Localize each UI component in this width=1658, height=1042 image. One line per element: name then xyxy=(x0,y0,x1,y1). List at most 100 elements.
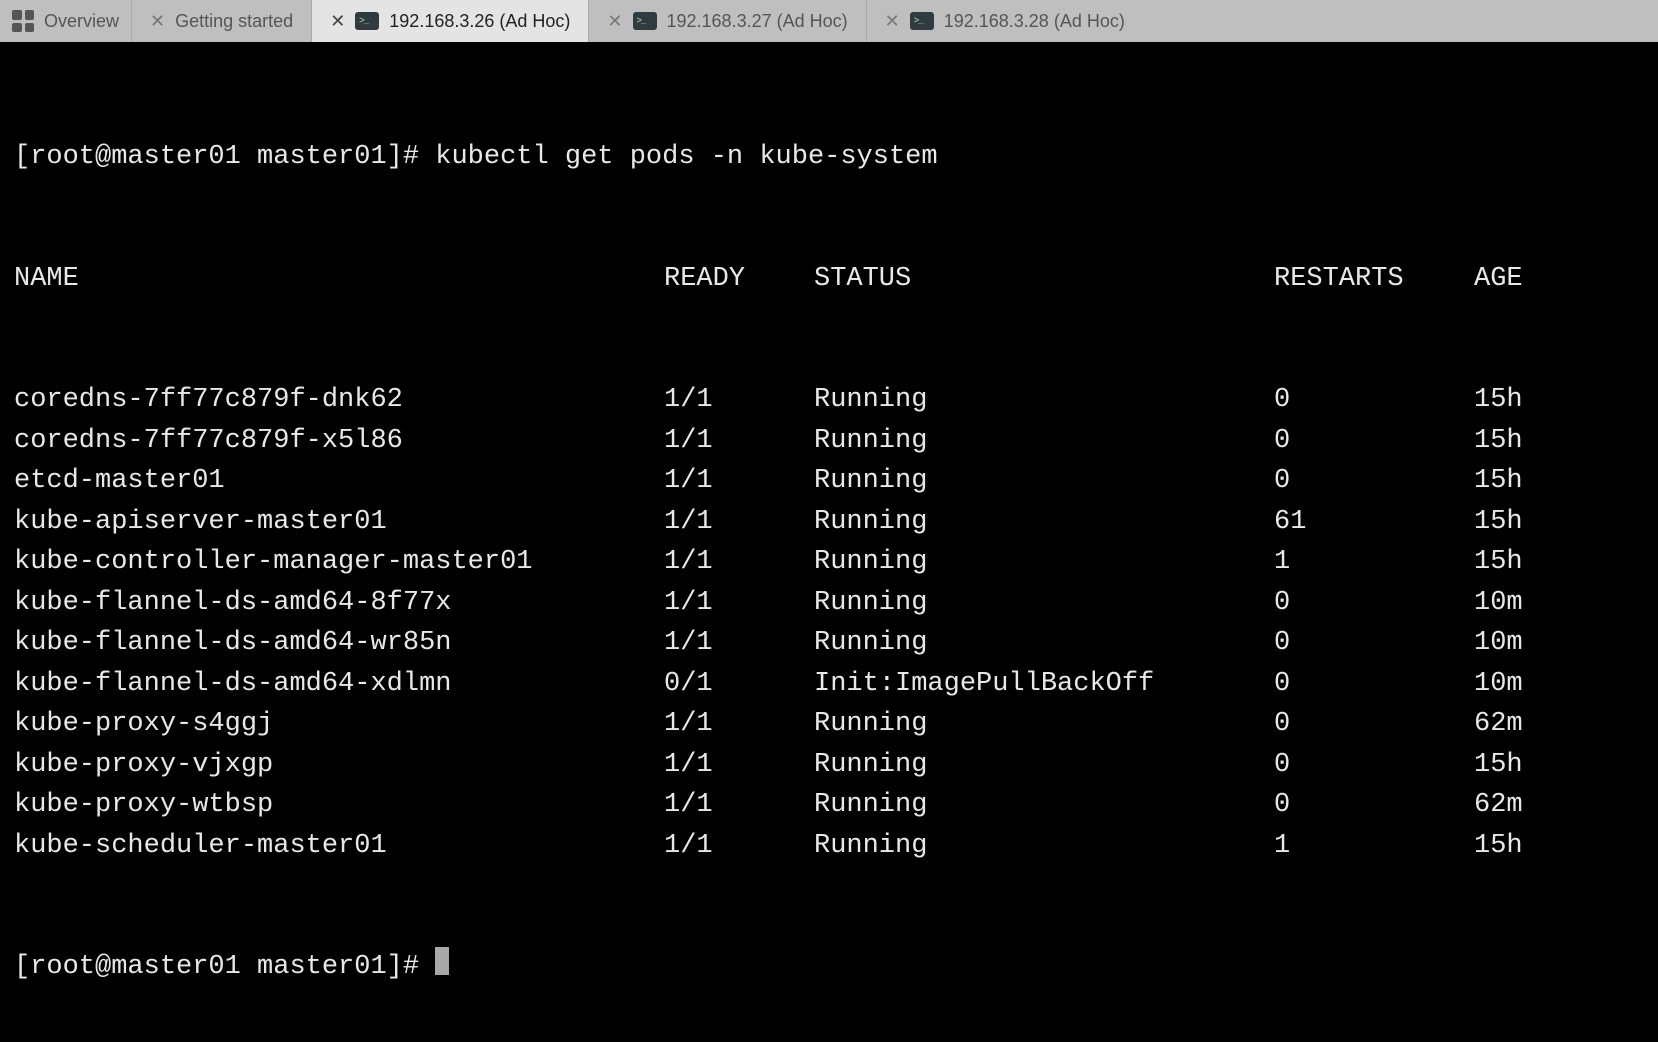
cell-name: kube-apiserver-master01 xyxy=(14,502,664,543)
tab-session[interactable]: ✕ 192.168.3.27 (Ad Hoc) xyxy=(588,0,865,42)
tab-overview[interactable]: Overview xyxy=(0,0,131,42)
cell-age: 15h xyxy=(1474,421,1644,462)
cell-restarts: 0 xyxy=(1274,704,1474,745)
cell-ready: 0/1 xyxy=(664,664,814,705)
col-header-status: STATUS xyxy=(814,259,1274,300)
cell-restarts: 0 xyxy=(1274,380,1474,421)
cell-restarts: 0 xyxy=(1274,583,1474,624)
close-icon[interactable]: ✕ xyxy=(150,11,165,32)
cell-age: 10m xyxy=(1474,664,1644,705)
table-row: kube-scheduler-master011/1Running115h xyxy=(14,826,1644,867)
cell-age: 15h xyxy=(1474,502,1644,543)
grid-icon xyxy=(12,10,34,32)
cell-status: Running xyxy=(814,704,1274,745)
cell-restarts: 0 xyxy=(1274,421,1474,462)
cell-age: 62m xyxy=(1474,704,1644,745)
table-row: kube-flannel-ds-amd64-xdlmn0/1Init:Image… xyxy=(14,664,1644,705)
cell-ready: 1/1 xyxy=(664,380,814,421)
cell-status: Running xyxy=(814,542,1274,583)
cell-ready: 1/1 xyxy=(664,623,814,664)
cell-status: Running xyxy=(814,583,1274,624)
cell-ready: 1/1 xyxy=(664,704,814,745)
cell-age: 10m xyxy=(1474,623,1644,664)
cell-ready: 1/1 xyxy=(664,785,814,826)
cell-name: etcd-master01 xyxy=(14,461,664,502)
cell-name: kube-proxy-vjxgp xyxy=(14,745,664,786)
cell-age: 15h xyxy=(1474,542,1644,583)
cursor-block xyxy=(435,947,449,975)
col-header-name: NAME xyxy=(14,259,664,300)
cell-status: Init:ImagePullBackOff xyxy=(814,664,1274,705)
cell-age: 15h xyxy=(1474,380,1644,421)
col-header-restarts: RESTARTS xyxy=(1274,259,1474,300)
shell-command: kubectl get pods -n kube-system xyxy=(435,137,937,178)
tab-bar: Overview ✕ Getting started ✕ 192.168.3.26 (… xyxy=(0,0,1658,42)
overview-label: Overview xyxy=(44,11,119,32)
close-icon[interactable]: ✕ xyxy=(330,11,345,32)
table-row: kube-flannel-ds-amd64-8f77x1/1Running010… xyxy=(14,583,1644,624)
cell-restarts: 0 xyxy=(1274,745,1474,786)
col-header-ready: READY xyxy=(664,259,814,300)
cell-age: 15h xyxy=(1474,826,1644,867)
cell-ready: 1/1 xyxy=(664,542,814,583)
tab-session[interactable]: ✕ 192.168.3.26 (Ad Hoc) xyxy=(311,0,588,42)
table-header-row: NAMEREADYSTATUSRESTARTSAGE xyxy=(14,259,1644,300)
cell-age: 62m xyxy=(1474,785,1644,826)
cell-restarts: 0 xyxy=(1274,664,1474,705)
cell-name: kube-proxy-s4ggj xyxy=(14,704,664,745)
cell-status: Running xyxy=(814,745,1274,786)
cell-restarts: 1 xyxy=(1274,542,1474,583)
table-row: coredns-7ff77c879f-x5l861/1Running015h xyxy=(14,421,1644,462)
table-row: kube-apiserver-master011/1Running6115h xyxy=(14,502,1644,543)
cell-ready: 1/1 xyxy=(664,583,814,624)
cell-status: Running xyxy=(814,826,1274,867)
table-row: coredns-7ff77c879f-dnk621/1Running015h xyxy=(14,380,1644,421)
tab-label: 192.168.3.28 (Ad Hoc) xyxy=(944,11,1125,32)
terminal-output[interactable]: [root@master01 master01]# kubectl get po… xyxy=(0,42,1658,1042)
cell-ready: 1/1 xyxy=(664,745,814,786)
cell-age: 15h xyxy=(1474,745,1644,786)
table-row: kube-proxy-s4ggj1/1Running062m xyxy=(14,704,1644,745)
table-row: etcd-master011/1Running015h xyxy=(14,461,1644,502)
cell-name: kube-proxy-wtbsp xyxy=(14,785,664,826)
cell-name: kube-flannel-ds-amd64-xdlmn xyxy=(14,664,664,705)
cell-restarts: 1 xyxy=(1274,826,1474,867)
col-header-age: AGE xyxy=(1474,259,1644,300)
cell-restarts: 61 xyxy=(1274,502,1474,543)
cell-name: kube-flannel-ds-amd64-8f77x xyxy=(14,583,664,624)
cell-ready: 1/1 xyxy=(664,826,814,867)
cell-status: Running xyxy=(814,421,1274,462)
cell-status: Running xyxy=(814,623,1274,664)
tab-session[interactable]: ✕ 192.168.3.28 (Ad Hoc) xyxy=(866,0,1143,42)
cell-name: kube-controller-manager-master01 xyxy=(14,542,664,583)
cell-restarts: 0 xyxy=(1274,785,1474,826)
cell-restarts: 0 xyxy=(1274,461,1474,502)
cell-status: Running xyxy=(814,461,1274,502)
cell-name: coredns-7ff77c879f-x5l86 xyxy=(14,421,664,462)
cell-name: kube-scheduler-master01 xyxy=(14,826,664,867)
tab-session[interactable]: ✕ Getting started xyxy=(131,0,311,42)
terminal-icon xyxy=(355,12,379,30)
tab-label: 192.168.3.27 (Ad Hoc) xyxy=(667,11,848,32)
terminal-icon xyxy=(633,12,657,30)
cell-ready: 1/1 xyxy=(664,421,814,462)
cell-ready: 1/1 xyxy=(664,502,814,543)
close-icon[interactable]: ✕ xyxy=(607,11,622,32)
cell-ready: 1/1 xyxy=(664,461,814,502)
cell-status: Running xyxy=(814,502,1274,543)
cell-name: coredns-7ff77c879f-dnk62 xyxy=(14,380,664,421)
table-row: kube-controller-manager-master011/1Runni… xyxy=(14,542,1644,583)
shell-prompt: [root@master01 master01]# xyxy=(14,137,435,178)
shell-prompt: [root@master01 master01]# xyxy=(14,947,435,988)
cell-restarts: 0 xyxy=(1274,623,1474,664)
cell-name: kube-flannel-ds-amd64-wr85n xyxy=(14,623,664,664)
tab-label: Getting started xyxy=(175,11,293,32)
table-row: kube-flannel-ds-amd64-wr85n1/1Running010… xyxy=(14,623,1644,664)
terminal-icon xyxy=(910,12,934,30)
tab-label: 192.168.3.26 (Ad Hoc) xyxy=(389,11,570,32)
cell-age: 15h xyxy=(1474,461,1644,502)
table-row: kube-proxy-wtbsp1/1Running062m xyxy=(14,785,1644,826)
close-icon[interactable]: ✕ xyxy=(885,11,900,32)
table-row: kube-proxy-vjxgp1/1Running015h xyxy=(14,745,1644,786)
cell-age: 10m xyxy=(1474,583,1644,624)
